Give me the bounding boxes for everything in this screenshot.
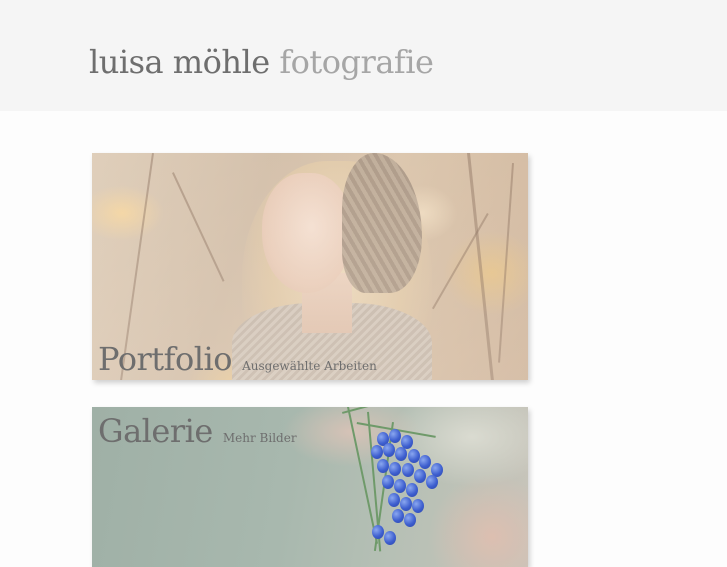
flower-blossom xyxy=(377,459,389,473)
site-title-sub[interactable]: fotografie xyxy=(279,43,434,81)
flower-blossom xyxy=(406,483,418,497)
flower-blossom xyxy=(392,509,404,523)
flower-blossom xyxy=(412,499,424,513)
flower-blossom xyxy=(404,513,416,527)
portfolio-label[interactable]: Portfolio Ausgewählte Arbeiten xyxy=(98,340,377,378)
flower-blossom xyxy=(382,475,394,489)
galerie-subtitle[interactable]: Mehr Bilder xyxy=(223,431,297,445)
flower-blossom xyxy=(372,525,384,539)
site-title-name[interactable]: luisa möhle xyxy=(89,43,270,81)
flower-blossom xyxy=(400,497,412,511)
galerie-label[interactable]: Galerie Mehr Bilder xyxy=(98,412,297,450)
flower-blossom xyxy=(414,469,426,483)
flower-blossom xyxy=(388,493,400,507)
portfolio-subtitle[interactable]: Ausgewählte Arbeiten xyxy=(242,359,377,373)
flower-blossom xyxy=(419,455,431,469)
flower-blossom xyxy=(384,531,396,545)
galerie-title[interactable]: Galerie xyxy=(98,412,213,450)
site-header: luisa möhle fotografie xyxy=(0,0,727,111)
flower-blossom xyxy=(426,475,438,489)
flower-blossom xyxy=(383,443,395,457)
site-title[interactable]: luisa möhle fotografie xyxy=(89,42,434,82)
flower-blossom xyxy=(395,447,407,461)
flower-blossom xyxy=(371,445,383,459)
flower-blossom xyxy=(394,479,406,493)
flower-blossom xyxy=(389,462,401,476)
portfolio-title[interactable]: Portfolio xyxy=(98,340,233,378)
flower-blossom xyxy=(402,463,414,477)
galerie-tile[interactable]: Galerie Mehr Bilder xyxy=(92,407,528,567)
flower-blossom xyxy=(389,429,401,443)
portfolio-tile[interactable]: Portfolio Ausgewählte Arbeiten xyxy=(92,153,528,380)
